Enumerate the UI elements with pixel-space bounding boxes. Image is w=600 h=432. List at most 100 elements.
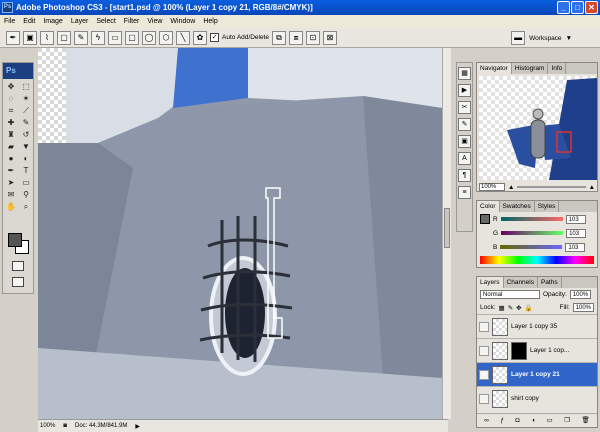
paths-icon[interactable]: ⌇ (40, 30, 54, 45)
dodge-tool-icon[interactable]: ◐ (19, 153, 33, 164)
shape-layers-icon[interactable]: ▣ (23, 30, 37, 45)
clone-source-icon[interactable]: ▣ (458, 135, 471, 148)
layer-row[interactable]: Layer 1 cop... (477, 338, 597, 362)
lock-position-icon[interactable]: ✥ (516, 304, 521, 312)
tab-color[interactable]: Color (477, 201, 500, 212)
slider-g[interactable] (501, 231, 564, 235)
layer-row-selected[interactable]: ● Layer 1 copy 21 (477, 362, 597, 386)
fill-pixels-icon[interactable]: ▢ (57, 30, 71, 45)
pen-tool-preset-icon[interactable]: ✒ (6, 30, 20, 45)
value-b[interactable]: 103 (565, 242, 586, 252)
paint-bucket-icon[interactable]: ▼ (19, 141, 33, 152)
document-canvas[interactable] (38, 48, 442, 419)
pen-tool-icon[interactable]: ✒ (4, 165, 18, 176)
new-group-icon[interactable]: ▭ (546, 416, 552, 424)
menu-select[interactable]: Select (96, 18, 115, 25)
path-intersect-icon[interactable]: ⊡ (305, 30, 320, 45)
visibility-toggle[interactable] (479, 321, 489, 332)
eraser-tool-icon[interactable]: ▰ (4, 141, 18, 152)
auto-add-delete-checkbox[interactable]: ✓ (210, 33, 219, 42)
tool-presets-icon[interactable]: ✂ (458, 101, 471, 114)
menu-file[interactable]: File (4, 18, 15, 25)
custom-shape-icon[interactable]: ✿ (193, 30, 207, 45)
new-layer-icon[interactable]: ❐ (564, 416, 570, 424)
magic-wand-icon[interactable]: ✶ (19, 93, 33, 104)
link-layers-icon[interactable]: ∞ (484, 417, 489, 424)
status-zoom[interactable]: 100% (40, 423, 55, 429)
tab-channels[interactable]: Channels (504, 277, 538, 288)
pen-icon[interactable]: ✎ (74, 30, 88, 45)
foreground-color-swatch[interactable] (8, 233, 22, 247)
character-panel-icon[interactable]: A (458, 152, 471, 165)
close-button[interactable]: ✕ (585, 1, 598, 14)
history-brush-icon[interactable]: ↺ (19, 129, 33, 140)
blend-mode-select[interactable]: Normal (480, 290, 540, 299)
menu-window[interactable]: Window (170, 18, 195, 25)
shape-tool-icon[interactable]: ▭ (19, 177, 33, 188)
navigator-preview[interactable] (479, 76, 597, 180)
notes-tool-icon[interactable]: ✉ (4, 189, 18, 200)
color-spectrum-bar[interactable] (480, 256, 594, 264)
status-menu-arrow-icon[interactable]: ▶ (135, 423, 140, 430)
lasso-tool-icon[interactable]: ◌ (4, 93, 18, 104)
minimize-button[interactable]: _ (557, 1, 570, 14)
tab-info[interactable]: Info (548, 63, 567, 74)
navigator-zoom-slider[interactable] (517, 186, 586, 188)
freeform-pen-icon[interactable]: ϟ (91, 30, 105, 45)
layer-name[interactable]: Layer 1 copy 21 (511, 371, 560, 378)
lock-transparency-icon[interactable]: ▦ (499, 304, 505, 312)
bridge-icon[interactable]: ▬ (511, 31, 526, 45)
adjustment-layer-icon[interactable]: ◑ (531, 417, 535, 424)
add-mask-icon[interactable]: ◘ (516, 417, 520, 424)
trash-icon[interactable]: 🗑 (581, 416, 589, 424)
menu-view[interactable]: View (147, 18, 162, 25)
layer-name[interactable]: Layer 1 copy 35 (511, 323, 557, 330)
zoom-out-icon[interactable]: ▲ (508, 184, 514, 191)
visibility-toggle[interactable] (479, 393, 489, 404)
zoom-tool-icon[interactable]: ⌕ (19, 201, 33, 212)
value-r[interactable]: 103 (565, 214, 586, 224)
maximize-button[interactable]: □ (571, 1, 584, 14)
tab-paths[interactable]: Paths (538, 277, 562, 288)
tab-swatches[interactable]: Swatches (500, 201, 535, 212)
navigator-zoom-field[interactable]: 100% (479, 183, 505, 191)
menu-help[interactable]: Help (203, 18, 217, 25)
rounded-rectangle-icon[interactable]: ▢ (125, 30, 139, 45)
chevron-down-icon[interactable]: ▼ (566, 35, 572, 42)
fill-field[interactable]: 100% (572, 303, 594, 312)
brush-tool-icon[interactable]: ✎ (19, 117, 33, 128)
crop-tool-icon[interactable]: ⌗ (4, 105, 18, 116)
status-info-icon[interactable]: ◙ (63, 423, 67, 429)
menu-image[interactable]: Image (43, 18, 62, 25)
layer-row[interactable]: Layer 1 copy 35 (477, 314, 597, 338)
move-tool-icon[interactable]: ✥ (4, 81, 18, 92)
color-fg-mini-swatch[interactable] (480, 214, 490, 224)
menu-layer[interactable]: Layer (71, 18, 89, 25)
marquee-tool-icon[interactable]: ⬚ (19, 81, 33, 92)
layer-style-icon[interactable]: ƒ (500, 417, 504, 424)
rectangle-icon[interactable]: ▭ (108, 30, 122, 45)
screen-mode-icon[interactable] (12, 277, 24, 287)
paragraph-panel-icon[interactable]: ¶ (458, 169, 471, 182)
brushes-panel-icon[interactable]: ✎ (458, 118, 471, 131)
zoom-in-icon[interactable]: ▲ (589, 184, 595, 191)
tab-layers[interactable]: Layers (477, 277, 504, 288)
slider-r[interactable] (500, 217, 563, 221)
healing-brush-icon[interactable]: ✚ (4, 117, 18, 128)
path-combine-icon[interactable]: ⧉ (271, 30, 286, 45)
tab-histogram[interactable]: Histogram (512, 63, 549, 74)
path-subtract-icon[interactable]: ⧈ (288, 30, 303, 45)
tab-styles[interactable]: Styles (535, 201, 560, 212)
opacity-field[interactable]: 100% (569, 290, 592, 299)
quick-mask-icon[interactable] (12, 261, 24, 271)
value-g[interactable]: 103 (566, 228, 587, 238)
actions-panel-icon[interactable]: ▶ (458, 84, 471, 97)
blur-tool-icon[interactable]: ● (4, 153, 18, 164)
lock-all-icon[interactable]: 🔒 (525, 304, 533, 312)
history-panel-icon[interactable]: ▦ (458, 67, 471, 80)
layer-mask-thumbnail[interactable] (511, 341, 527, 360)
workspace-button[interactable]: Workspace (529, 35, 561, 42)
ellipse-icon[interactable]: ◯ (142, 30, 156, 45)
polygon-icon[interactable]: ⬡ (159, 30, 173, 45)
path-select-icon[interactable]: ➤ (4, 177, 18, 188)
